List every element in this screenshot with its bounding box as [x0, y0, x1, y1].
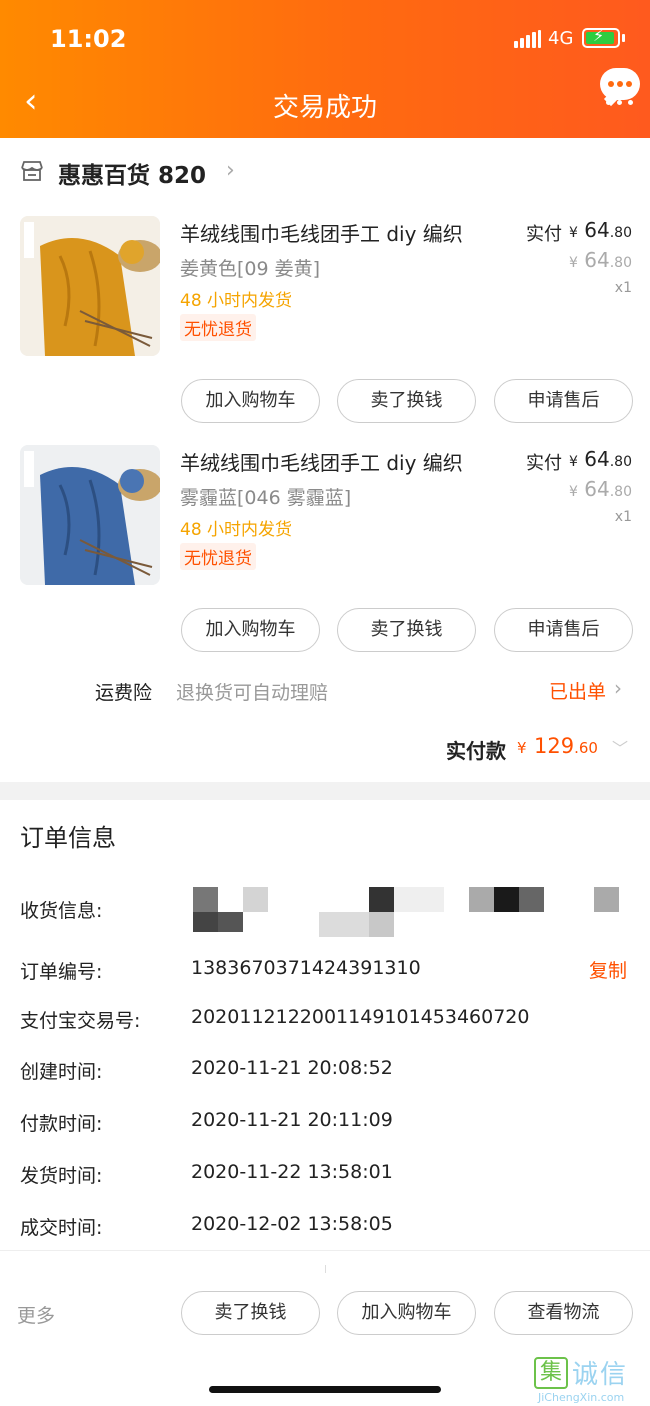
battery-icon: ⚡ — [582, 26, 620, 48]
insurance-description: 退换货可自动理赔 — [176, 682, 329, 704]
watermark-text: 诚信 — [572, 1360, 629, 1390]
insurance-label: 运费险 — [95, 682, 153, 704]
after-sale-button[interactable]: 申请售后 — [494, 379, 633, 423]
resell-button[interactable]: 卖了换钱 — [337, 608, 476, 652]
paid-label: 实付 — [526, 224, 562, 245]
header: 11:02 4G ⚡ ‹ 交易成功 — [0, 0, 650, 138]
quantity: x1 — [614, 509, 632, 525]
return-badge: 无忧退货 — [180, 543, 256, 570]
resell-button[interactable]: 卖了换钱 — [181, 1291, 320, 1335]
home-indicator[interactable] — [209, 1386, 441, 1393]
more-button[interactable]: 更多 — [17, 1301, 55, 1328]
completed-time: 2020-12-02 13:58:05 — [191, 1213, 393, 1235]
quantity: x1 — [614, 280, 632, 296]
row-label: 发货时间: — [20, 1165, 103, 1187]
shipped-time: 2020-11-22 13:58:01 — [191, 1161, 393, 1183]
section-gap — [0, 782, 650, 800]
total-currency: ¥ — [517, 739, 527, 757]
product-title[interactable]: 羊绒线围巾毛线团手工 diy 编织 — [180, 447, 463, 476]
product-variant: 姜黄色[09 姜黄] — [180, 258, 321, 280]
alipay-transaction-id: 2020112122001149101453460720 — [191, 1006, 530, 1028]
add-to-cart-button[interactable]: 加入购物车 — [181, 608, 320, 652]
store-name[interactable]: 惠惠百货 820 — [58, 156, 206, 190]
paid-price: ¥ 64.80 — [569, 447, 632, 471]
order-info-title: 订单信息 — [20, 824, 116, 852]
row-label: 收货信息: — [20, 900, 103, 922]
divider — [0, 1250, 650, 1251]
signal-icon — [514, 30, 541, 48]
resell-button[interactable]: 卖了换钱 — [337, 379, 476, 423]
row-label: 订单编号: — [20, 961, 103, 983]
row-label: 付款时间: — [20, 1113, 103, 1135]
after-sale-button[interactable]: 申请售后 — [494, 608, 633, 652]
return-badge: 无忧退货 — [180, 314, 256, 341]
product-image[interactable] — [20, 216, 160, 356]
watermark-url: JiChengXin.com — [538, 1391, 625, 1404]
paid-label: 实付 — [526, 453, 562, 474]
chevron-down-icon[interactable]: ﹀ — [612, 735, 628, 759]
row-label: 成交时间: — [20, 1217, 103, 1239]
original-price: ¥ 64.80 — [569, 477, 632, 501]
paid-price: ¥ 64.80 — [569, 218, 632, 242]
network-label: 4G — [548, 28, 574, 49]
view-logistics-button[interactable]: 查看物流 — [494, 1291, 633, 1335]
insurance-status[interactable]: 已出单 — [549, 677, 606, 704]
watermark-logo: 集 — [534, 1357, 568, 1389]
chevron-right-icon[interactable]: › — [614, 676, 622, 700]
status-time: 11:02 — [50, 25, 127, 53]
total-label: 实付款 — [446, 739, 506, 763]
copy-button[interactable]: 复制 — [589, 956, 627, 983]
battery-tip — [622, 34, 625, 42]
add-to-cart-button[interactable]: 加入购物车 — [337, 1291, 476, 1335]
shipping-promise: 48 小时内发货 — [180, 291, 293, 311]
page-title: 交易成功 — [272, 93, 377, 123]
row-label: 支付宝交易号: — [20, 1010, 141, 1032]
divider-tick — [325, 1265, 326, 1273]
store-icon — [21, 161, 43, 181]
paid-time: 2020-11-21 20:11:09 — [191, 1109, 393, 1131]
total-amount: 129.60 — [534, 734, 598, 758]
add-to-cart-button[interactable]: 加入购物车 — [181, 379, 320, 423]
row-label: 创建时间: — [20, 1061, 103, 1083]
shipping-promise: 48 小时内发货 — [180, 520, 293, 540]
original-price: ¥ 64.80 — [569, 248, 632, 272]
chevron-right-icon[interactable]: › — [226, 158, 235, 183]
product-image[interactable] — [20, 445, 160, 585]
product-title[interactable]: 羊绒线围巾毛线团手工 diy 编织 — [180, 218, 463, 247]
created-time: 2020-11-21 20:08:52 — [191, 1057, 393, 1079]
product-item: 羊绒线围巾毛线团手工 diy 编织 雾霾蓝[046 雾霾蓝] 48 小时内发货 … — [0, 445, 650, 675]
order-number: 1383670371424391310 — [191, 957, 421, 979]
product-item: 羊绒线围巾毛线团手工 diy 编织 姜黄色[09 姜黄] 48 小时内发货 无忧… — [0, 216, 650, 446]
product-variant: 雾霾蓝[046 雾霾蓝] — [180, 487, 352, 509]
